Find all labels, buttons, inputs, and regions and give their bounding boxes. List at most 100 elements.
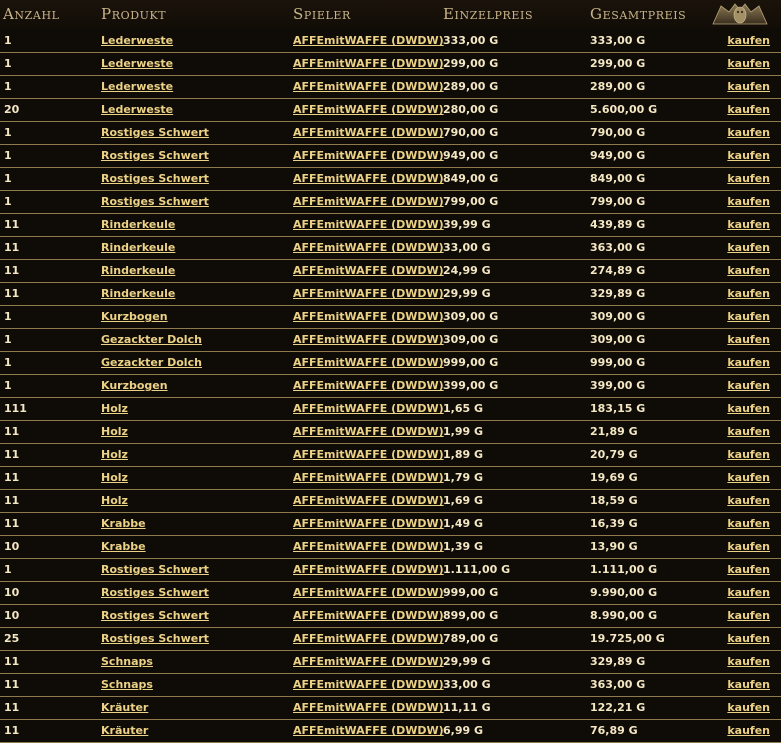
player-link[interactable]: AFFEmitWAFFE (DWDW) bbox=[293, 494, 444, 507]
buy-link[interactable]: kaufen bbox=[727, 172, 770, 185]
player-link[interactable]: AFFEmitWAFFE (DWDW) bbox=[293, 34, 444, 47]
product-link[interactable]: Rinderkeule bbox=[101, 264, 175, 277]
product-link[interactable]: Kräuter bbox=[101, 701, 148, 714]
product-link[interactable]: Holz bbox=[101, 494, 128, 507]
player-link[interactable]: AFFEmitWAFFE (DWDW) bbox=[293, 379, 444, 392]
player-link[interactable]: AFFEmitWAFFE (DWDW) bbox=[293, 241, 444, 254]
player-link[interactable]: AFFEmitWAFFE (DWDW) bbox=[293, 632, 444, 645]
player-link[interactable]: AFFEmitWAFFE (DWDW) bbox=[293, 471, 444, 484]
player-link[interactable]: AFFEmitWAFFE (DWDW) bbox=[293, 356, 444, 369]
player-link[interactable]: AFFEmitWAFFE (DWDW) bbox=[293, 195, 444, 208]
buy-link[interactable]: kaufen bbox=[727, 678, 770, 691]
table-row: 11 Rinderkeule AFFEmitWAFFE (DWDW) 29,99 G 3… bbox=[0, 283, 781, 306]
product-link[interactable]: Lederweste bbox=[101, 34, 173, 47]
product-link[interactable]: Gezackter Dolch bbox=[101, 356, 202, 369]
product-link[interactable]: Kräuter bbox=[101, 724, 148, 737]
buy-link[interactable]: kaufen bbox=[727, 448, 770, 461]
product-link[interactable]: Holz bbox=[101, 471, 128, 484]
buy-link[interactable]: kaufen bbox=[727, 218, 770, 231]
player-link[interactable]: AFFEmitWAFFE (DWDW) bbox=[293, 80, 444, 93]
unit-price-cell: 24,99 G bbox=[443, 264, 491, 277]
buy-link[interactable]: kaufen bbox=[727, 425, 770, 438]
buy-link[interactable]: kaufen bbox=[727, 80, 770, 93]
player-link[interactable]: AFFEmitWAFFE (DWDW) bbox=[293, 540, 444, 553]
product-link[interactable]: Rostiges Schwert bbox=[101, 632, 209, 645]
player-link[interactable]: AFFEmitWAFFE (DWDW) bbox=[293, 425, 444, 438]
product-link[interactable]: Rinderkeule bbox=[101, 218, 175, 231]
player-link[interactable]: AFFEmitWAFFE (DWDW) bbox=[293, 333, 444, 346]
player-link[interactable]: AFFEmitWAFFE (DWDW) bbox=[293, 448, 444, 461]
buy-link[interactable]: kaufen bbox=[727, 471, 770, 484]
buy-link[interactable]: kaufen bbox=[727, 563, 770, 576]
product-link[interactable]: Krabbe bbox=[101, 540, 146, 553]
player-link[interactable]: AFFEmitWAFFE (DWDW) bbox=[293, 287, 444, 300]
product-link[interactable]: Rostiges Schwert bbox=[101, 172, 209, 185]
product-link[interactable]: Holz bbox=[101, 402, 128, 415]
product-link[interactable]: Rostiges Schwert bbox=[101, 195, 209, 208]
product-link[interactable]: Holz bbox=[101, 448, 128, 461]
product-link[interactable]: Kurzbogen bbox=[101, 379, 168, 392]
buy-link[interactable]: kaufen bbox=[727, 126, 770, 139]
product-link[interactable]: Rinderkeule bbox=[101, 241, 175, 254]
player-link[interactable]: AFFEmitWAFFE (DWDW) bbox=[293, 655, 444, 668]
buy-link[interactable]: kaufen bbox=[727, 57, 770, 70]
player-link[interactable]: AFFEmitWAFFE (DWDW) bbox=[293, 264, 444, 277]
player-link[interactable]: AFFEmitWAFFE (DWDW) bbox=[293, 172, 444, 185]
player-link[interactable]: AFFEmitWAFFE (DWDW) bbox=[293, 701, 444, 714]
buy-link[interactable]: kaufen bbox=[727, 149, 770, 162]
buy-link[interactable]: kaufen bbox=[727, 195, 770, 208]
buy-link[interactable]: kaufen bbox=[727, 517, 770, 530]
product-link[interactable]: Krabbe bbox=[101, 517, 146, 530]
buy-link[interactable]: kaufen bbox=[727, 310, 770, 323]
buy-link[interactable]: kaufen bbox=[727, 34, 770, 47]
player-link[interactable]: AFFEmitWAFFE (DWDW) bbox=[293, 586, 444, 599]
buy-link[interactable]: kaufen bbox=[727, 241, 770, 254]
buy-link[interactable]: kaufen bbox=[727, 402, 770, 415]
buy-link[interactable]: kaufen bbox=[727, 333, 770, 346]
buy-link[interactable]: kaufen bbox=[727, 609, 770, 622]
player-link[interactable]: AFFEmitWAFFE (DWDW) bbox=[293, 310, 444, 323]
product-link[interactable]: Schnaps bbox=[101, 678, 153, 691]
player-link[interactable]: AFFEmitWAFFE (DWDW) bbox=[293, 402, 444, 415]
player-link[interactable]: AFFEmitWAFFE (DWDW) bbox=[293, 678, 444, 691]
player-link[interactable]: AFFEmitWAFFE (DWDW) bbox=[293, 126, 444, 139]
buy-link[interactable]: kaufen bbox=[727, 264, 770, 277]
product-link[interactable]: Rostiges Schwert bbox=[101, 563, 209, 576]
buy-link[interactable]: kaufen bbox=[727, 632, 770, 645]
buy-link[interactable]: kaufen bbox=[727, 655, 770, 668]
player-link[interactable]: AFFEmitWAFFE (DWDW) bbox=[293, 57, 444, 70]
buy-link[interactable]: kaufen bbox=[727, 540, 770, 553]
buy-link[interactable]: kaufen bbox=[727, 586, 770, 599]
product-link[interactable]: Kurzbogen bbox=[101, 310, 168, 323]
product-link[interactable]: Holz bbox=[101, 425, 128, 438]
product-link[interactable]: Lederweste bbox=[101, 57, 173, 70]
player-link[interactable]: AFFEmitWAFFE (DWDW) bbox=[293, 563, 444, 576]
buy-link[interactable]: kaufen bbox=[727, 287, 770, 300]
table-row: 11 Rinderkeule AFFEmitWAFFE (DWDW) 39,99 G 4… bbox=[0, 214, 781, 237]
player-link[interactable]: AFFEmitWAFFE (DWDW) bbox=[293, 149, 444, 162]
product-link[interactable]: Gezackter Dolch bbox=[101, 333, 202, 346]
product-link[interactable]: Schnaps bbox=[101, 655, 153, 668]
product-link[interactable]: Lederweste bbox=[101, 80, 173, 93]
buy-link[interactable]: kaufen bbox=[727, 701, 770, 714]
product-link[interactable]: Rostiges Schwert bbox=[101, 609, 209, 622]
buy-link[interactable]: kaufen bbox=[727, 103, 770, 116]
table-row: 25 Rostiges Schwert AFFEmitWAFFE (DWDW) 789… bbox=[0, 628, 781, 651]
player-link[interactable]: AFFEmitWAFFE (DWDW) bbox=[293, 609, 444, 622]
product-link[interactable]: Lederweste bbox=[101, 103, 173, 116]
player-link[interactable]: AFFEmitWAFFE (DWDW) bbox=[293, 517, 444, 530]
table-row: 1 Rostiges Schwert AFFEmitWAFFE (DWDW) 1.11… bbox=[0, 559, 781, 582]
total-price-cell: 122,21 G bbox=[590, 701, 646, 714]
product-link[interactable]: Rinderkeule bbox=[101, 287, 175, 300]
product-link[interactable]: Rostiges Schwert bbox=[101, 149, 209, 162]
player-link[interactable]: AFFEmitWAFFE (DWDW) bbox=[293, 103, 444, 116]
buy-link[interactable]: kaufen bbox=[727, 356, 770, 369]
player-link[interactable]: AFFEmitWAFFE (DWDW) bbox=[293, 218, 444, 231]
product-link[interactable]: Rostiges Schwert bbox=[101, 126, 209, 139]
buy-link[interactable]: kaufen bbox=[727, 494, 770, 507]
buy-link[interactable]: kaufen bbox=[727, 724, 770, 737]
total-price-cell: 309,00 G bbox=[590, 333, 646, 346]
buy-link[interactable]: kaufen bbox=[727, 379, 770, 392]
player-link[interactable]: AFFEmitWAFFE (DWDW) bbox=[293, 724, 444, 737]
product-link[interactable]: Rostiges Schwert bbox=[101, 586, 209, 599]
